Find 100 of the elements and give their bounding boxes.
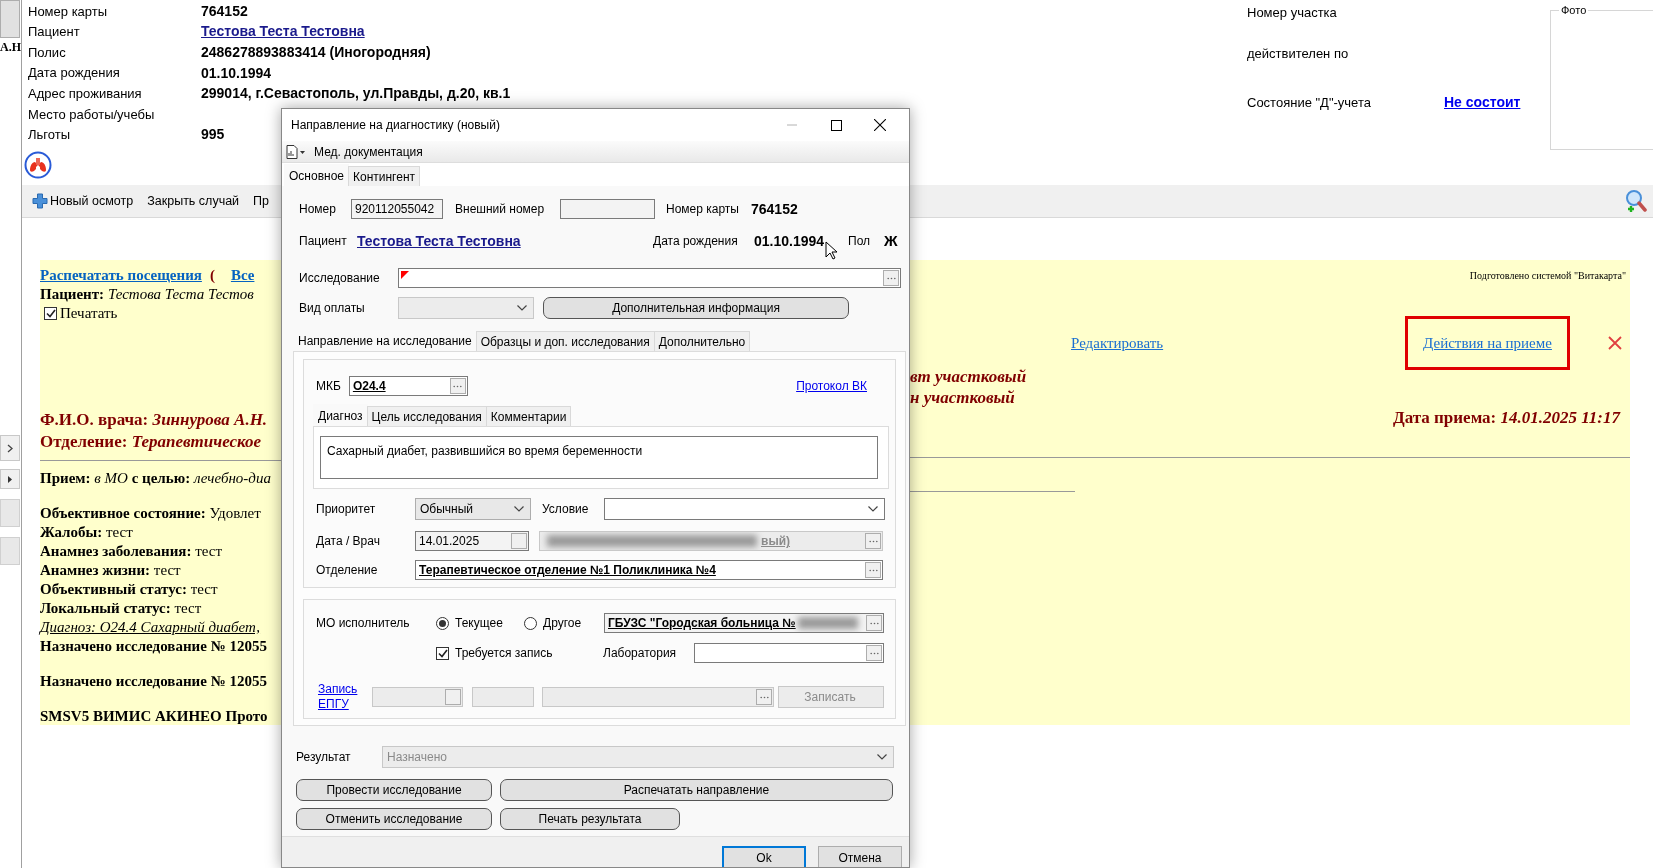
lungs-icon[interactable] [24, 151, 52, 180]
tab[interactable]: Комментарии [485, 406, 572, 426]
toolbar-button[interactable]: Пр [251, 188, 271, 214]
browse-button[interactable] [865, 562, 881, 578]
calendar-button[interactable] [511, 533, 527, 549]
field-label: Номер карты [666, 201, 740, 218]
condition-select[interactable] [604, 498, 885, 520]
field-label: Место работы/учебы [28, 105, 156, 124]
field-label: Номер карты [28, 2, 109, 21]
patient-link[interactable]: Тестова Теста Тестовна [357, 232, 521, 249]
more-info-button[interactable]: Дополнительная информация [543, 297, 849, 319]
menu-item[interactable]: Мед. документация [314, 142, 423, 161]
expand-button[interactable] [0, 469, 20, 489]
dialog-button[interactable]: Ok [722, 846, 806, 867]
chevron-right-icon [7, 443, 13, 453]
panel-button[interactable] [0, 0, 20, 38]
tab[interactable]: Образцы и доп. исследования [475, 331, 655, 351]
birth-date: 01.10.1994 [754, 232, 825, 249]
external-number-field[interactable] [560, 199, 655, 219]
maximize-icon [830, 119, 842, 131]
diagnosis-text-area[interactable]: Сахарный диабет, развившийся во время беременности [320, 436, 878, 479]
more-icon [868, 539, 878, 543]
field-label: Дата рождения [653, 233, 739, 250]
protocol-link[interactable]: Протокол ВК [796, 377, 867, 395]
doctor-line: Ф.И.О. врача: Зиннурова А.Н. [40, 409, 269, 431]
field-label: Вид оплаты [299, 300, 366, 317]
tab[interactable]: Цель исследования [366, 406, 487, 426]
report-line: Анамнез заболевания: тест [40, 542, 224, 561]
window-title: Направление на диагностику (новый) [291, 117, 500, 134]
department-line: Отделение: Терапевтическое [40, 431, 263, 453]
status-link[interactable]: Не состоит [1444, 92, 1521, 113]
browse-button[interactable] [866, 645, 882, 661]
checkbox-label: Требуется запись [455, 645, 553, 662]
toolbar-button[interactable]: Новый осмотр [30, 188, 136, 214]
field-label: Исследование [299, 270, 381, 287]
action-button[interactable]: Распечатать направление [500, 779, 893, 801]
radio-button[interactable] [524, 616, 537, 630]
more-icon [453, 384, 463, 388]
redacted-text [797, 617, 858, 629]
checkbox[interactable] [436, 646, 449, 660]
field-label: Приоритет [316, 501, 377, 518]
scroll-button[interactable] [0, 435, 20, 461]
number-field[interactable]: 920112055042 [351, 199, 443, 219]
chevron-down-icon [868, 506, 878, 512]
icd-code-field[interactable]: O24.4 [348, 376, 468, 396]
browse-button[interactable] [449, 378, 466, 394]
laboratory-field[interactable] [694, 643, 884, 663]
mouse-pointer-icon [825, 241, 837, 260]
action-button[interactable]: Печать результата [500, 808, 680, 830]
more-icon [868, 568, 878, 572]
more-icon [869, 621, 879, 625]
list-row[interactable] [0, 537, 20, 565]
field-value: 299014, г.Севастополь, ул.Правды, д.20, кв.1 [201, 85, 511, 102]
close-icon[interactable] [1608, 336, 1622, 350]
field-value: 764152 [201, 2, 248, 19]
visit-date: Дата приема: 14.01.2025 11:17 [1392, 407, 1622, 429]
department-field[interactable]: Терапевтическое отделение №1 Поликлиника №4 [415, 560, 883, 580]
radio-label: Текущее [455, 615, 503, 632]
more-icon [886, 276, 896, 280]
field-label: Номер участка [1247, 3, 1338, 22]
patient-link[interactable]: Тестова Теста Тестовна [201, 23, 365, 40]
report-line: Назначено исследование № 12055 [40, 637, 268, 656]
document-icon[interactable] [286, 144, 306, 159]
field-label: Дата / Врач [316, 533, 381, 550]
print-visits-link[interactable]: Распечатать посещения [40, 267, 202, 283]
action-button[interactable]: Отменить исследование [296, 808, 492, 830]
date-field[interactable]: 14.01.2025 [415, 531, 529, 551]
photo-label: Фото [1559, 3, 1589, 17]
browse-button[interactable] [866, 615, 882, 631]
field-label: Пациент [28, 23, 81, 42]
actions-link[interactable]: Действия на приеме [1423, 333, 1552, 353]
chevron-down-icon [517, 305, 527, 311]
field-label: Лаборатория [603, 645, 678, 662]
minimize-icon [787, 124, 797, 126]
field-value: 995 [201, 126, 225, 143]
toolbar-button[interactable]: Закрыть случай [145, 188, 242, 214]
field-label: Результат [296, 749, 352, 766]
organization-field[interactable]: ГБУЗС "Городская больница № [604, 613, 884, 633]
study-field[interactable] [398, 268, 901, 288]
browse-button[interactable] [883, 270, 899, 286]
checkbox-label: Печатать [60, 304, 118, 323]
patient-line: Пациент: Тестова Теста Тестов [40, 285, 255, 304]
field-label: Условие [542, 501, 590, 518]
action-button[interactable]: Провести исследование [296, 779, 492, 801]
field-label: Льготы [28, 126, 71, 145]
tab[interactable]: Дополнительно [653, 331, 751, 351]
report-line: Объективный статус: тест [40, 580, 219, 599]
radio-button[interactable] [436, 616, 449, 630]
zoom-in-icon[interactable] [1625, 189, 1647, 213]
edit-link[interactable]: Редактировать [1071, 333, 1164, 353]
tab[interactable]: Основное [284, 164, 349, 186]
all-link[interactable]: Все [230, 267, 255, 283]
field-label: Номер [299, 201, 337, 218]
dialog-button[interactable]: Отмена [818, 846, 902, 867]
priority-select[interactable]: Обычный [415, 498, 531, 520]
checkbox[interactable] [44, 307, 57, 320]
list-row[interactable] [0, 499, 20, 527]
sex-value: Ж [884, 230, 898, 251]
report-line: Назначено исследование № 12055 [40, 672, 268, 691]
tab[interactable]: Контингент [348, 166, 420, 186]
